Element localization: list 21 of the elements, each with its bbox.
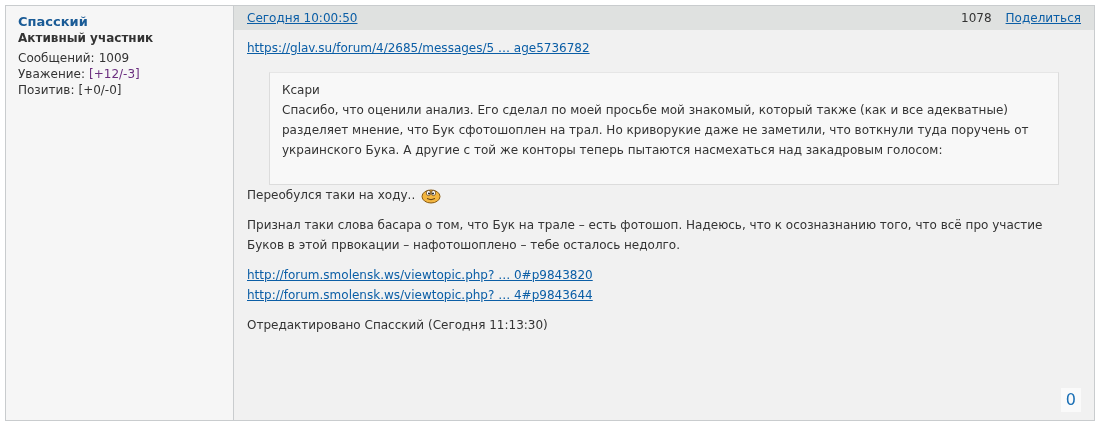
stat-value: 1009 [98, 50, 130, 66]
author-rank: Активный участник [18, 30, 155, 46]
stat-label: Сообщений: [18, 50, 95, 66]
stat-link[interactable]: [+12/-3] [89, 66, 140, 82]
stat-label: Позитив: [18, 82, 75, 98]
stat-label: Уважение: [18, 66, 85, 82]
post-number: 1078 [961, 11, 992, 25]
quote-text: Спасибо, что оценили анализ. Его сделал по моей просьбе мой знакомый, который также (как и все адекватные) разделяет мнение, что Бук сфотошоплен на трал. Но криворукие даже не заметили, что воткнули туда поручень от украинского Бука. А другие с той же конторы теперь пытаются насмехаться над закадровым голосом: [282, 102, 1030, 159]
url-link[interactable]: https://glav.su/forum/4/2685/messages/5 … age5736782 [247, 41, 590, 55]
post-text: Переобулся таки на ходу.. [247, 187, 416, 204]
vote-count[interactable]: 0 [1060, 388, 1081, 412]
stat-value: [+0/-0] [78, 82, 122, 98]
forum-link[interactable]: http://forum.smolensk.ws/viewtopic.php? … 4#p9843644 [247, 288, 593, 302]
post-date-link[interactable]: Сегодня 10:00:50 [247, 11, 358, 25]
author-name[interactable]: Спасский [18, 14, 221, 30]
smiley-icon [421, 186, 442, 204]
post-paragraph: Признал таки слова басара о том, что Бук на трале – есть фотошоп. Надеюсь, что к осозназнанию того, что всё про участие Буков в этой првокации – нафотошоплено – тебе осталось недолго. [247, 217, 1044, 254]
quote-author: Ксари [282, 82, 321, 99]
forum-link[interactable]: http://forum.smolensk.ws/viewtopic.php? … 0#p9843820 [247, 268, 593, 282]
edited-note: Отредактировано Спасский (Сегодня 11:13:30) [247, 317, 549, 334]
share-link[interactable]: Поделиться [1005, 11, 1081, 25]
